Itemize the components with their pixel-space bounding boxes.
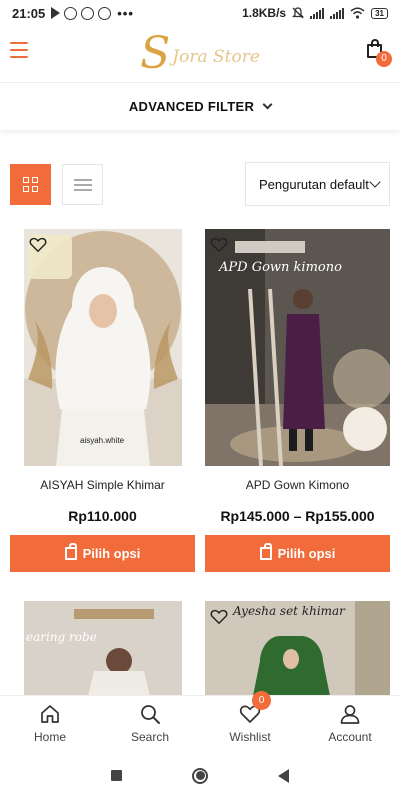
product-card: aisyah.white AISYAH Simple Khimar Rp110.… — [10, 229, 195, 572]
cart-count-badge: 0 — [376, 51, 392, 67]
nav-account[interactable]: Account — [300, 696, 400, 751]
battery-icon: 31 — [371, 7, 388, 19]
search-icon — [141, 705, 160, 724]
home-button-icon[interactable] — [192, 767, 208, 784]
menu-icon[interactable] — [10, 42, 28, 58]
cart-button[interactable]: 0 — [366, 38, 392, 67]
product-title[interactable]: APD Gown Kimono — [205, 478, 390, 494]
shopping-bag-icon — [64, 543, 77, 560]
product-photo-apd-gown: APD Gown kimono — [205, 229, 390, 466]
logo-wordmark: Jora Store — [172, 47, 260, 67]
choose-options-button[interactable]: Pilih opsi — [10, 535, 195, 572]
shopping-bag-icon — [259, 543, 272, 560]
product-photo-aisyah: aisyah.white — [24, 229, 182, 466]
chevron-down-icon — [369, 176, 381, 188]
product-card: APD Gown kimono APD Gown Kimono Rp145.00… — [205, 229, 390, 572]
nav-home-label: Home — [33, 730, 66, 744]
status-right: 1.8KB/s 31 — [242, 6, 388, 20]
notification-icons — [51, 6, 112, 20]
notification-icon — [81, 6, 95, 20]
product-price: Rp145.000 – Rp155.000 — [220, 508, 375, 524]
wishlist-heart-icon[interactable] — [29, 237, 47, 253]
nav-search-label: Search — [130, 730, 170, 744]
image-caption: aisyah.white — [80, 436, 125, 445]
product-image[interactable]: APD Gown kimono — [205, 229, 390, 466]
user-icon — [340, 705, 360, 724]
advanced-filter-toggle[interactable]: ADVANCED FILTER — [0, 82, 400, 130]
system-navigation-bar — [0, 751, 400, 800]
google-icon — [98, 6, 112, 20]
product-image[interactable]: Ayesha set khimar — [205, 601, 390, 696]
nav-search[interactable]: Search — [100, 696, 200, 751]
product-card: earing robe — [10, 601, 195, 696]
chevron-down-icon — [262, 99, 273, 110]
status-time: 21:05 — [12, 5, 46, 21]
list-icon — [73, 178, 92, 181]
listing-toolbar: Pengurutan default — [10, 162, 390, 206]
network-speed: 1.8KB/s — [242, 6, 287, 20]
choose-options-label: Pilih opsi — [277, 546, 336, 561]
bottom-navigation: Home Search 0 Wishlist Account — [0, 691, 400, 751]
product-photo-earing-robe: earing robe — [24, 601, 182, 696]
image-caption: APD Gown kimono — [218, 260, 342, 275]
sort-label: Pengurutan default — [259, 176, 369, 192]
notification-icon — [64, 6, 78, 20]
product-card: Ayesha set khimar — [205, 601, 390, 696]
wishlist-count-badge: 0 — [252, 691, 271, 710]
grid-icon — [23, 177, 29, 183]
wifi-icon — [350, 7, 365, 19]
choose-options-label: Pilih opsi — [82, 546, 141, 561]
play-store-icon — [51, 7, 61, 19]
grid-view-button[interactable] — [10, 164, 51, 205]
nav-wishlist-label: Wishlist — [229, 730, 271, 744]
image-caption: earing robe — [26, 630, 97, 644]
product-photo-ayesha-set: Ayesha set khimar — [205, 601, 390, 696]
product-image[interactable]: aisyah.white — [24, 229, 182, 466]
more-notifications-icon: ••• — [117, 5, 134, 21]
wishlist-heart-icon[interactable] — [210, 609, 228, 625]
list-view-button[interactable] — [62, 164, 103, 205]
sort-select[interactable]: Pengurutan default — [245, 162, 390, 206]
choose-options-button[interactable]: Pilih opsi — [205, 535, 390, 572]
nav-home[interactable]: Home — [0, 696, 100, 751]
nav-account-label: Account — [328, 730, 372, 744]
logo-mark: S — [140, 28, 171, 79]
signal-icon — [310, 7, 325, 19]
home-icon — [41, 705, 59, 723]
product-image[interactable]: earing robe — [24, 601, 182, 696]
wishlist-heart-icon[interactable] — [210, 237, 228, 253]
recent-apps-icon[interactable] — [111, 770, 122, 781]
nav-wishlist[interactable]: 0 Wishlist — [200, 691, 300, 751]
product-price: Rp110.000 — [68, 508, 137, 524]
mute-icon — [292, 7, 305, 19]
advanced-filter-label: ADVANCED FILTER — [128, 99, 255, 114]
image-caption: Ayesha set khimar — [232, 604, 346, 618]
status-bar: 21:05 ••• 1.8KB/s 31 — [0, 0, 400, 26]
back-icon[interactable] — [278, 768, 289, 783]
product-title[interactable]: AISYAH Simple Khimar — [10, 478, 195, 494]
signal-icon — [330, 7, 345, 19]
app-header: S Jora Store 0 — [0, 26, 400, 82]
product-listing-screen: 21:05 ••• 1.8KB/s 31 S Jora Store 0 ADVA… — [0, 0, 400, 800]
store-logo[interactable]: S Jora Store — [140, 32, 260, 76]
